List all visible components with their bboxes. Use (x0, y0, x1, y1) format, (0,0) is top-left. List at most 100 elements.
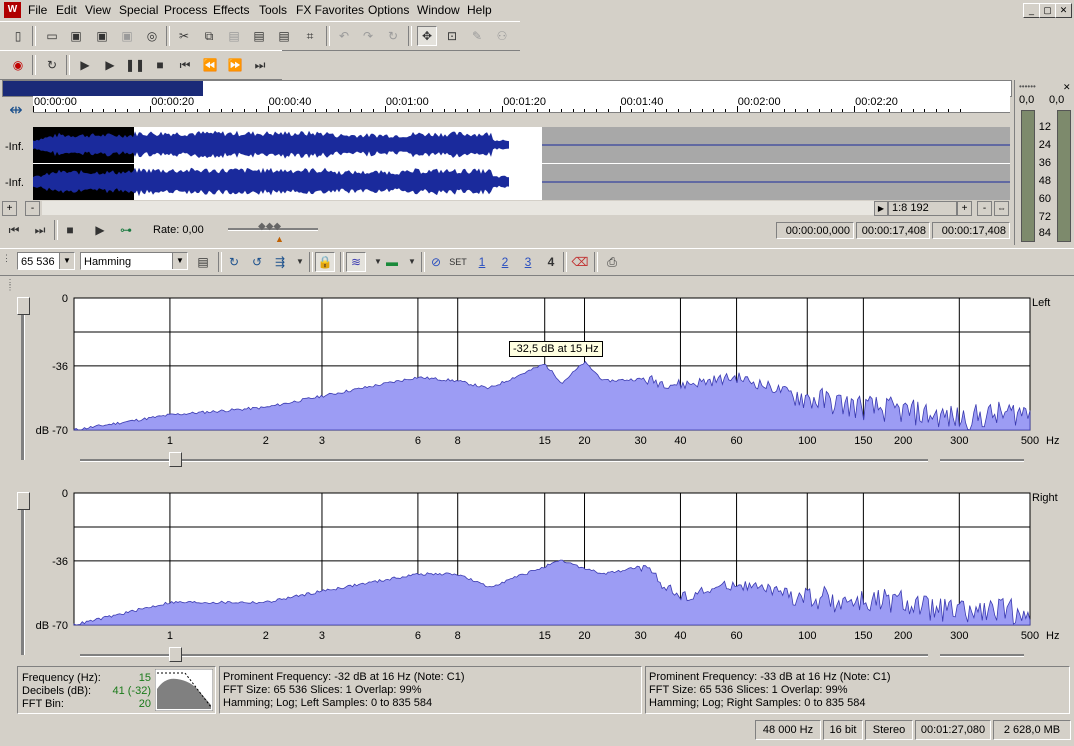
chevron-down-icon[interactable]: ▼ (172, 253, 187, 269)
set-button[interactable]: SET (448, 252, 468, 272)
fft-size-select[interactable]: 65 536 ▼ (17, 252, 75, 270)
spectrum-graph-icon[interactable]: ≋ (346, 252, 366, 272)
copy-icon[interactable]: ⧉ (199, 26, 219, 46)
horizontal-scrollbar[interactable] (42, 201, 874, 215)
auto-refresh-icon[interactable]: ↺ (247, 252, 267, 272)
scroll-right-button[interactable]: ▶ (874, 201, 888, 216)
selection-start-time[interactable]: 00:00:00,000 (776, 222, 854, 239)
trim-crop-icon[interactable]: ⌗ (300, 26, 320, 46)
meter-grip[interactable]: •••••• (1019, 82, 1036, 91)
play-all-icon[interactable]: ▶ (75, 55, 95, 75)
spectrum-right-chart[interactable]: 1 2 3 6 8 15 20 30 40 60 100 150 200 300 500 Hz 0 -36 dB -… (0, 485, 1074, 665)
stop2-icon[interactable]: ■ (60, 220, 80, 240)
rewind-icon[interactable]: ⏪ (200, 55, 220, 75)
meter-peak-right[interactable]: 0,0 (1049, 94, 1064, 106)
forward-icon[interactable]: ⏩ (225, 55, 245, 75)
rate-slider-thumb[interactable]: ◆◆◆ (258, 221, 284, 235)
sample-rate[interactable]: 48 000 Hz (755, 720, 821, 740)
prev-marker-icon[interactable]: ⏮ (4, 220, 24, 240)
minimize-button[interactable]: _ (1023, 3, 1040, 18)
lock-icon[interactable]: 🔒 (315, 252, 335, 272)
zoom-in-button[interactable]: + (2, 201, 17, 216)
go-to-start-icon[interactable]: ⏮ (175, 55, 195, 75)
paste-new-icon[interactable]: ▤ (274, 26, 294, 46)
menu-fx-favorites[interactable]: FX Favorites (296, 3, 364, 17)
right-zoom-slider[interactable] (940, 654, 1024, 657)
meter-peak-left[interactable]: 0,0 (1019, 94, 1034, 106)
menu-edit[interactable]: Edit (56, 3, 77, 17)
waveform-display[interactable] (33, 127, 1010, 200)
vzoom-in-button[interactable]: + (957, 201, 972, 216)
snapshot-4-button[interactable]: 4 (541, 252, 561, 272)
edit-tool-icon[interactable]: ✥ (417, 26, 437, 46)
window-select[interactable]: Hamming ▼ (80, 252, 188, 270)
channel-mode[interactable]: Stereo (865, 720, 913, 740)
paste-icon[interactable]: ▤ (224, 26, 244, 46)
menu-options[interactable]: Options (368, 3, 409, 17)
left-freq-slider-thumb[interactable] (169, 452, 182, 467)
overview-visible-region[interactable] (3, 81, 203, 96)
vzoom-fit-button[interactable]: ⇔ (994, 201, 1009, 216)
right-freq-slider-track[interactable] (80, 654, 928, 657)
properties-icon[interactable]: ◎ (142, 26, 162, 46)
menu-help[interactable]: Help (467, 3, 492, 17)
chevron-down-icon[interactable]: ▼ (290, 252, 310, 272)
next-marker-icon[interactable]: ⏭ (30, 220, 50, 240)
zoom-out-button[interactable]: - (25, 201, 40, 216)
left-zoom-slider[interactable] (940, 459, 1024, 462)
right-freq-slider-thumb[interactable] (169, 647, 182, 662)
pause-icon[interactable]: ❚❚ (125, 55, 145, 75)
stop-icon[interactable]: ■ (150, 55, 170, 75)
repeat-icon[interactable]: ↻ (383, 26, 403, 46)
menu-view[interactable]: View (85, 3, 111, 17)
refresh-icon[interactable]: ↻ (224, 252, 244, 272)
left-freq-slider-track[interactable] (80, 459, 928, 462)
menu-special[interactable]: Special (119, 3, 158, 17)
play2-icon[interactable]: ▶ (90, 220, 110, 240)
snapshot-2-button[interactable]: 2 (495, 252, 515, 272)
mix-icon[interactable]: ▤ (249, 26, 269, 46)
render-icon[interactable]: ▣ (117, 26, 137, 46)
selection-length-time[interactable]: 00:00:17,408 (932, 222, 1010, 239)
open-folder-icon[interactable]: ▭ (42, 26, 62, 46)
save-icon[interactable]: ▣ (66, 26, 86, 46)
close-button[interactable]: ✕ (1055, 3, 1072, 18)
vzoom-out-button[interactable]: - (977, 201, 992, 216)
menu-process[interactable]: Process (164, 3, 207, 17)
eraser-icon[interactable]: ⌫ (570, 252, 590, 272)
new-file-icon[interactable]: ▯ (8, 26, 28, 46)
menu-effects[interactable]: Effects (213, 3, 249, 17)
record-icon[interactable]: ◉ (8, 55, 28, 75)
time-ruler[interactable]: 00:00:00 00:00:20 00:00:40 00:01:00 00:01:20… (33, 96, 1010, 113)
chevron-down-icon[interactable]: ▼ (59, 253, 74, 269)
scrub-icon[interactable]: ⊶ (116, 220, 136, 240)
undo-icon[interactable]: ↶ (334, 26, 354, 46)
envelope-tool-icon[interactable]: ⚇ (492, 26, 512, 46)
menu-window[interactable]: Window (417, 3, 460, 17)
print-icon[interactable]: ⎙ (602, 252, 622, 272)
pencil-tool-icon[interactable]: ✎ (467, 26, 487, 46)
meter-close-icon[interactable]: ✕ (1063, 82, 1071, 93)
clear-icon[interactable]: ⊘ (426, 252, 446, 272)
chevron-down-icon[interactable]: ▼ (402, 252, 422, 272)
graph-type-icon[interactable]: ⇶ (270, 252, 290, 272)
menu-tools[interactable]: Tools (259, 3, 287, 17)
play-icon[interactable]: ▶ (100, 55, 120, 75)
redo-icon[interactable]: ↷ (358, 26, 378, 46)
cut-icon[interactable]: ✂ (174, 26, 194, 46)
menu-file[interactable]: File (28, 3, 47, 17)
snapshot-3-button[interactable]: 3 (518, 252, 538, 272)
color-icon[interactable]: ▬ (382, 252, 402, 272)
spectrum-left-chart[interactable]: 1 2 3 6 8 15 20 30 40 60 100 150 200 300 500 Hz 0 -36 dB -… (0, 290, 1074, 470)
loop-icon[interactable]: ↻ (42, 55, 62, 75)
save-as-icon[interactable]: ▣ (92, 26, 112, 46)
overview-bar[interactable] (2, 80, 1012, 97)
go-to-end-icon[interactable]: ⏭ (250, 55, 270, 75)
snap-icon[interactable]: ⇹ (4, 100, 28, 124)
magnify-tool-icon[interactable]: ⊡ (442, 26, 462, 46)
settings-icon[interactable]: ▤ (193, 252, 213, 272)
selection-end-time[interactable]: 00:00:17,408 (856, 222, 930, 239)
app-icon[interactable]: W (4, 2, 21, 18)
bit-depth[interactable]: 16 bit (823, 720, 863, 740)
snapshot-1-button[interactable]: 1 (472, 252, 492, 272)
